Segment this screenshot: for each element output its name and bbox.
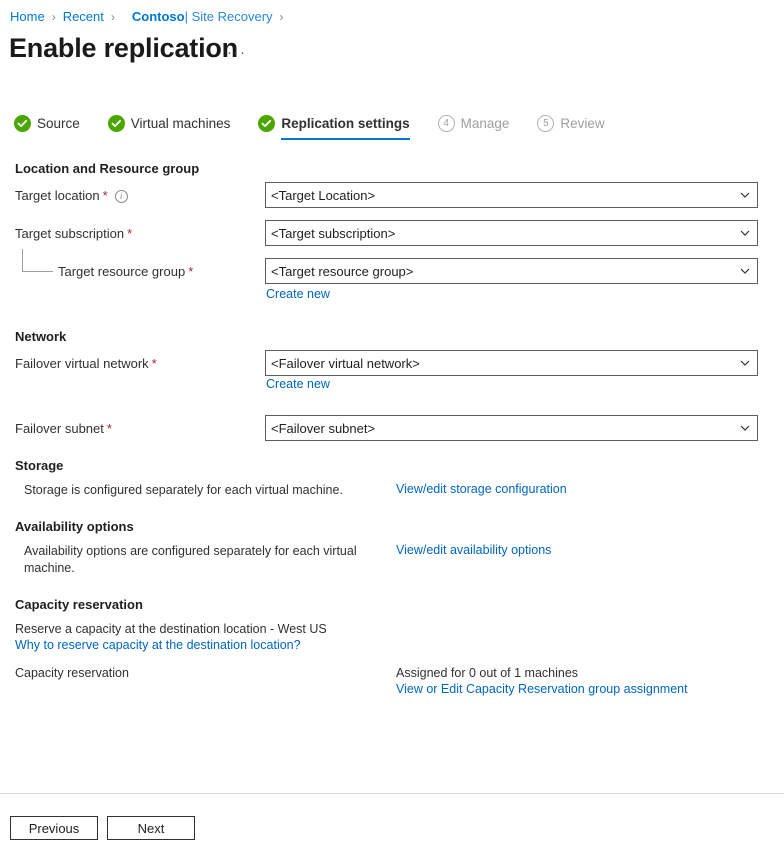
view-edit-availability-options-link[interactable]: View/edit availability options xyxy=(396,543,551,557)
check-circle-icon xyxy=(108,115,125,132)
availability-description: Availability options are configured sepa… xyxy=(24,543,384,577)
label-text: Target resource group xyxy=(58,264,185,279)
required-marker: * xyxy=(127,226,132,241)
step-label: Review xyxy=(560,116,604,131)
label-text: Target location xyxy=(15,188,100,203)
create-new-resource-group-link[interactable]: Create new xyxy=(266,287,330,301)
label-text: Failover virtual network xyxy=(15,356,149,371)
step-label: Replication settings xyxy=(281,116,409,131)
check-circle-icon xyxy=(258,115,275,132)
section-heading-availability: Availability options xyxy=(15,519,134,534)
capacity-description: Reserve a capacity at the destination lo… xyxy=(15,621,435,638)
section-heading-capacity: Capacity reservation xyxy=(15,597,143,612)
step-number-circle-icon: 4 xyxy=(438,115,455,132)
breadcrumb-separator-icon: › xyxy=(52,10,56,24)
target-location-value: <Target Location> xyxy=(271,188,739,203)
failover-subnet-dropdown[interactable]: <Failover subnet> xyxy=(265,415,758,441)
failover-virtual-network-dropdown[interactable]: <Failover virtual network> xyxy=(265,350,758,376)
breadcrumb-resource-sub[interactable]: | Site Recovery xyxy=(185,9,273,24)
label-text: Target subscription xyxy=(15,226,124,241)
target-resource-group-value: <Target resource group> xyxy=(271,264,739,279)
storage-description: Storage is configured separately for eac… xyxy=(24,482,384,499)
target-subscription-value: <Target subscription> xyxy=(271,226,739,241)
breadcrumb-resource[interactable]: Contoso xyxy=(132,9,185,24)
required-marker: * xyxy=(103,188,108,203)
failover-subnet-value: <Failover subnet> xyxy=(271,421,739,436)
step-label: Source xyxy=(37,116,80,131)
view-edit-capacity-reservation-group-link[interactable]: View or Edit Capacity Reservation group … xyxy=(396,682,688,696)
chevron-down-icon xyxy=(739,189,751,201)
target-location-dropdown[interactable]: <Target Location> xyxy=(265,182,758,208)
required-marker: * xyxy=(188,264,193,279)
breadcrumb-recent[interactable]: Recent xyxy=(63,9,104,24)
more-options-icon[interactable]: ··· xyxy=(227,44,247,61)
wizard-footer: Previous Next xyxy=(10,816,204,840)
check-circle-icon xyxy=(14,115,31,132)
step-review[interactable]: 5 Review xyxy=(537,115,604,140)
breadcrumb-home[interactable]: Home xyxy=(10,9,45,24)
chevron-down-icon xyxy=(739,422,751,434)
breadcrumb: Home › Recent › Contoso | Site Recovery … xyxy=(10,9,291,24)
required-marker: * xyxy=(152,356,157,371)
section-heading-network: Network xyxy=(15,329,66,344)
breadcrumb-separator-icon: › xyxy=(111,10,115,24)
label-failover-virtual-network: Failover virtual network* xyxy=(15,356,157,371)
chevron-down-icon xyxy=(739,265,751,277)
indent-connector xyxy=(22,249,53,272)
step-number: 5 xyxy=(537,115,554,132)
label-failover-subnet: Failover subnet* xyxy=(15,421,112,436)
next-button[interactable]: Next xyxy=(107,816,195,840)
step-number: 4 xyxy=(438,115,455,132)
label-target-subscription: Target subscription* xyxy=(15,226,132,241)
step-replication-settings[interactable]: Replication settings xyxy=(258,115,409,140)
label-target-resource-group: Target resource group* xyxy=(58,264,193,279)
chevron-down-icon xyxy=(739,227,751,239)
view-edit-storage-configuration-link[interactable]: View/edit storage configuration xyxy=(396,482,567,496)
capacity-assigned-status: Assigned for 0 out of 1 machines xyxy=(396,665,578,682)
label-capacity-reservation: Capacity reservation xyxy=(15,665,129,682)
step-label: Virtual machines xyxy=(131,116,231,131)
target-resource-group-dropdown[interactable]: <Target resource group> xyxy=(265,258,758,284)
breadcrumb-separator-icon: › xyxy=(280,10,284,24)
page-title: Enable replication xyxy=(9,33,238,64)
previous-button[interactable]: Previous xyxy=(10,816,98,840)
wizard-stepper: Source Virtual machines Replication sett… xyxy=(14,115,633,140)
create-new-virtual-network-link[interactable]: Create new xyxy=(266,377,330,391)
failover-virtual-network-value: <Failover virtual network> xyxy=(271,356,739,371)
step-virtual-machines[interactable]: Virtual machines xyxy=(108,115,231,140)
step-source[interactable]: Source xyxy=(14,115,80,140)
label-target-location: Target location* i xyxy=(15,188,128,203)
step-label: Manage xyxy=(461,116,510,131)
section-heading-location: Location and Resource group xyxy=(15,161,199,176)
chevron-down-icon xyxy=(739,357,751,369)
step-number-circle-icon: 5 xyxy=(537,115,554,132)
info-icon[interactable]: i xyxy=(115,190,128,203)
label-text: Failover subnet xyxy=(15,421,104,436)
section-heading-storage: Storage xyxy=(15,458,63,473)
footer-divider xyxy=(0,793,784,794)
step-manage[interactable]: 4 Manage xyxy=(438,115,510,140)
required-marker: * xyxy=(107,421,112,436)
why-reserve-capacity-link[interactable]: Why to reserve capacity at the destinati… xyxy=(15,638,301,652)
target-subscription-dropdown[interactable]: <Target subscription> xyxy=(265,220,758,246)
